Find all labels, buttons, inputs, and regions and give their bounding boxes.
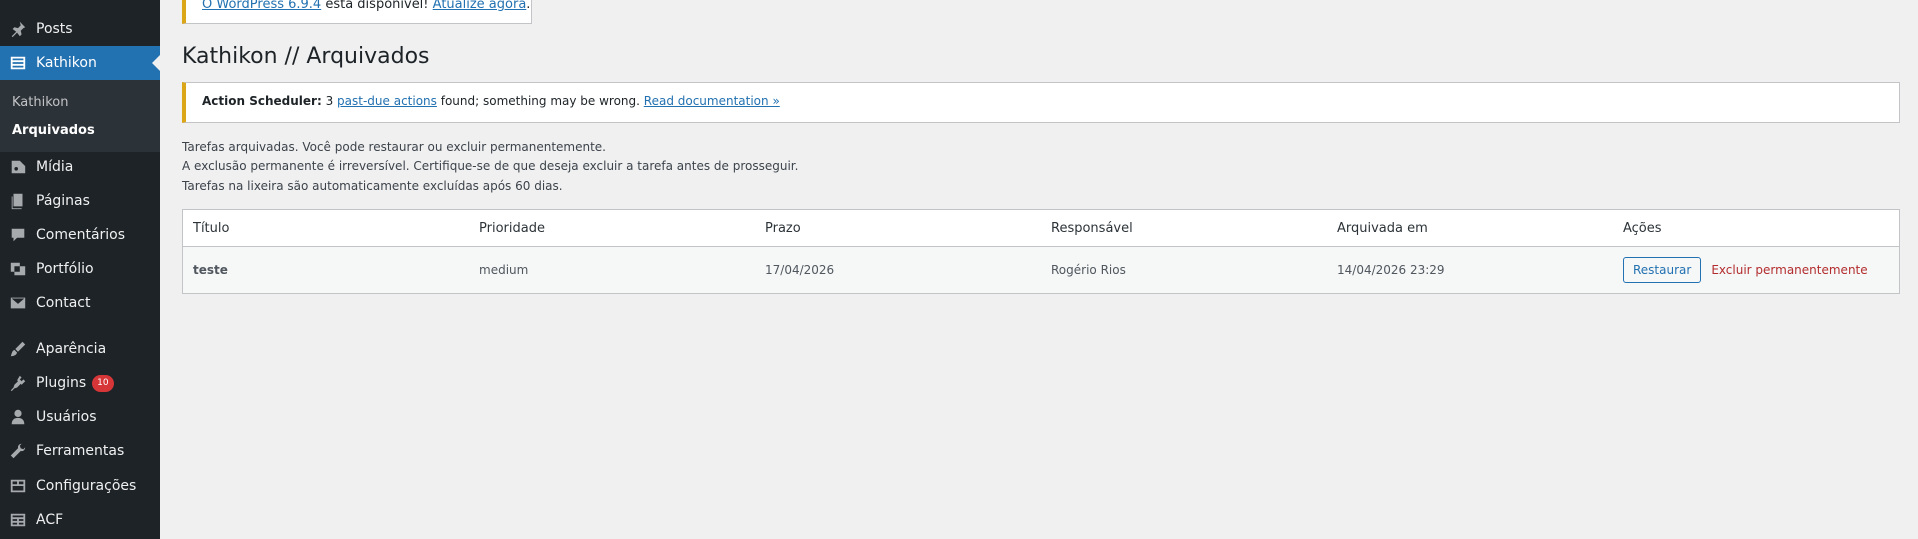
task-archived-at: 14/04/2026 23:29 — [1327, 246, 1613, 294]
column-header-archived-at[interactable]: Arquivada em — [1327, 209, 1613, 247]
media-icon — [8, 157, 28, 177]
table-header-row: Título Prioridade Prazo Responsável Arqu… — [182, 209, 1900, 247]
wrench-icon — [8, 441, 28, 461]
sidebar-item-configuracoes[interactable]: Configurações — [0, 469, 160, 503]
sidebar-item-plugins[interactable]: Plugins 10 — [0, 366, 160, 400]
settings-icon — [8, 476, 28, 496]
page-title: Kathikon // Arquivados — [182, 44, 430, 69]
sidebar-item-label: Aparência — [36, 341, 107, 357]
sidebar-item-label: Portfólio — [36, 261, 94, 277]
restore-button[interactable]: Restaurar — [1623, 257, 1702, 283]
column-header-priority[interactable]: Prioridade — [469, 209, 755, 247]
sidebar-item-portfolio[interactable]: Portfólio — [0, 252, 160, 286]
archived-tasks-table: Título Prioridade Prazo Responsável Arqu… — [182, 209, 1900, 294]
read-documentation-link[interactable]: Read documentation » — [644, 94, 780, 108]
sidebar-item-label: Configurações — [36, 478, 137, 494]
sidebar-item-label: Contact — [36, 295, 91, 311]
update-now-link[interactable]: Atualize agora — [433, 0, 527, 12]
notice-rest: found; something may be wrong. — [436, 94, 644, 108]
task-priority: medium — [469, 246, 755, 294]
wordpress-version-link[interactable]: O WordPress 6.9.4 — [202, 0, 321, 12]
sidebar-item-kathikon[interactable]: Kathikon — [0, 46, 160, 80]
column-header-assignee[interactable]: Responsável — [1041, 209, 1327, 247]
description-line: Tarefas arquivadas. Você pode restaurar … — [182, 140, 606, 154]
mail-icon — [8, 293, 28, 313]
plug-icon — [8, 373, 28, 393]
update-nag-text: está disponível! — [321, 0, 433, 12]
sidebar-item-label: Usuários — [36, 409, 97, 425]
description-line: A exclusão permanente é irreversível. Ce… — [182, 159, 799, 173]
task-title: teste — [182, 246, 469, 294]
task-deadline: 17/04/2026 — [755, 246, 1041, 294]
update-nag-end: . — [526, 0, 531, 12]
sidebar-item-aparencia[interactable]: Aparência — [0, 332, 160, 366]
comments-icon — [8, 225, 28, 245]
list-icon — [8, 53, 28, 73]
task-assignee: Rogério Rios — [1041, 246, 1327, 294]
description-line: Tarefas na lixeira são automaticamente e… — [182, 179, 563, 193]
pages-icon — [8, 191, 28, 211]
admin-sidebar: Posts Kathikon Kathikon Arquivados Mídia… — [0, 0, 160, 539]
user-icon — [8, 407, 28, 427]
sidebar-item-contact[interactable]: Contact — [0, 286, 160, 320]
sidebar-item-ferramentas[interactable]: Ferramentas — [0, 434, 160, 468]
submenu-item-kathikon[interactable]: Kathikon — [12, 95, 68, 110]
sidebar-item-comentarios[interactable]: Comentários — [0, 218, 160, 252]
sidebar-item-label: Kathikon — [36, 55, 97, 71]
sidebar-item-label: Páginas — [36, 193, 90, 209]
sidebar-item-label: Posts — [36, 21, 73, 37]
action-scheduler-notice: Action Scheduler: 3 past-due actions fou… — [182, 82, 1900, 123]
table-icon — [8, 510, 28, 530]
main-content: O WordPress 6.9.4 está disponível! Atual… — [160, 0, 1918, 539]
sidebar-item-label: Plugins — [36, 375, 87, 391]
sidebar-item-label: ACF — [36, 512, 64, 528]
sidebar-item-label: Comentários — [36, 227, 126, 243]
submenu — [0, 80, 160, 152]
table-row: teste medium 17/04/2026 Rogério Rios 14/… — [182, 246, 1900, 294]
sidebar-item-posts[interactable]: Posts — [0, 12, 160, 46]
update-nag: O WordPress 6.9.4 está disponível! Atual… — [182, 0, 532, 24]
sidebar-item-paginas[interactable]: Páginas — [0, 184, 160, 218]
portfolio-icon — [8, 259, 28, 279]
sidebar-item-label: Ferramentas — [36, 443, 125, 459]
column-header-actions: Ações — [1613, 209, 1900, 247]
column-header-deadline[interactable]: Prazo — [755, 209, 1041, 247]
notice-label: Action Scheduler: — [202, 94, 322, 108]
pin-icon — [8, 19, 28, 39]
sidebar-item-midia[interactable]: Mídia — [0, 150, 160, 184]
brush-icon — [8, 339, 28, 359]
past-due-actions-link[interactable]: past-due actions — [337, 94, 437, 108]
submenu-item-arquivados[interactable]: Arquivados — [12, 123, 95, 138]
sidebar-item-acf[interactable]: ACF — [0, 503, 160, 537]
sidebar-item-label: Mídia — [36, 159, 74, 175]
column-header-title[interactable]: Título — [182, 209, 469, 247]
plugins-update-badge: 10 — [92, 374, 114, 392]
sidebar-item-usuarios[interactable]: Usuários — [0, 400, 160, 434]
notice-count: 3 — [321, 94, 338, 108]
task-actions: Restaurar Excluir permanentemente — [1613, 246, 1900, 294]
delete-permanently-link[interactable]: Excluir permanentemente — [1711, 263, 1867, 277]
